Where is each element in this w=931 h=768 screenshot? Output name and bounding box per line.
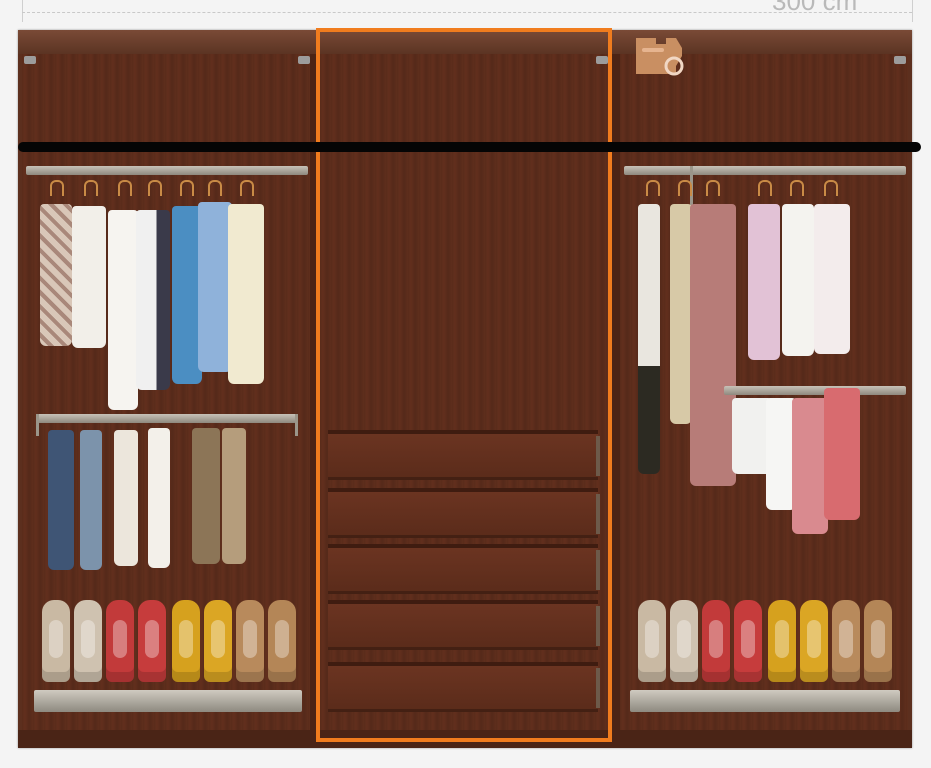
wardrobe-section-right[interactable] [620,54,908,730]
garment [690,204,736,486]
hanger [824,180,838,196]
garment [824,388,860,520]
shoe [138,600,166,682]
trousers [222,428,246,564]
garment [198,202,232,372]
hanger [240,180,254,196]
hanger [180,180,194,196]
garment [782,204,814,356]
shelf-pin [24,56,36,64]
shoe [734,600,762,682]
hanger [758,180,772,196]
rail-bracket [36,414,39,436]
hanger [208,180,222,196]
selected-section-outline[interactable] [316,28,612,742]
shoe [670,600,698,682]
garment [748,204,780,360]
hanger [84,180,98,196]
shelf-pin [894,56,906,64]
garment [136,210,170,390]
hanger [678,180,692,196]
trousers [114,430,138,566]
hanging-rail-upper [624,166,906,175]
garment [228,204,264,384]
trousers [48,430,74,570]
shoe [864,600,892,682]
trousers [148,428,170,568]
hanger [118,180,132,196]
shoe [106,600,134,682]
shoe [800,600,828,682]
garment [40,204,72,346]
garment [670,204,692,424]
shoe [204,600,232,682]
shoe [74,600,102,682]
shoe [268,600,296,682]
garment [638,204,660,474]
hanger [50,180,64,196]
shoe [832,600,860,682]
height-guide-line[interactable] [18,142,921,152]
shoe [42,600,70,682]
shoe [172,600,200,682]
dimension-tick-right [912,0,913,22]
shoe-rack [34,690,302,712]
rail-bracket [295,414,298,436]
hanger [706,180,720,196]
hanging-rail-upper [26,166,308,175]
garment [814,204,850,354]
shoe [236,600,264,682]
hanger-tag-icon[interactable] [628,30,690,86]
trousers [80,430,102,570]
dimension-label: 300 cm [772,0,858,16]
garment [108,210,138,410]
hanger [646,180,660,196]
shoe-rack [630,690,900,712]
shoe [638,600,666,682]
shoe [702,600,730,682]
garment [792,398,828,534]
shoe [768,600,796,682]
garment [72,206,106,348]
trousers [192,428,220,564]
hanging-rail-lower [36,414,298,423]
hanging-rail-lower [724,386,906,395]
hanger [148,180,162,196]
hanger [790,180,804,196]
dimension-tick-left [22,0,23,22]
shelf-pin [298,56,310,64]
wardrobe-section-left[interactable] [22,54,310,730]
